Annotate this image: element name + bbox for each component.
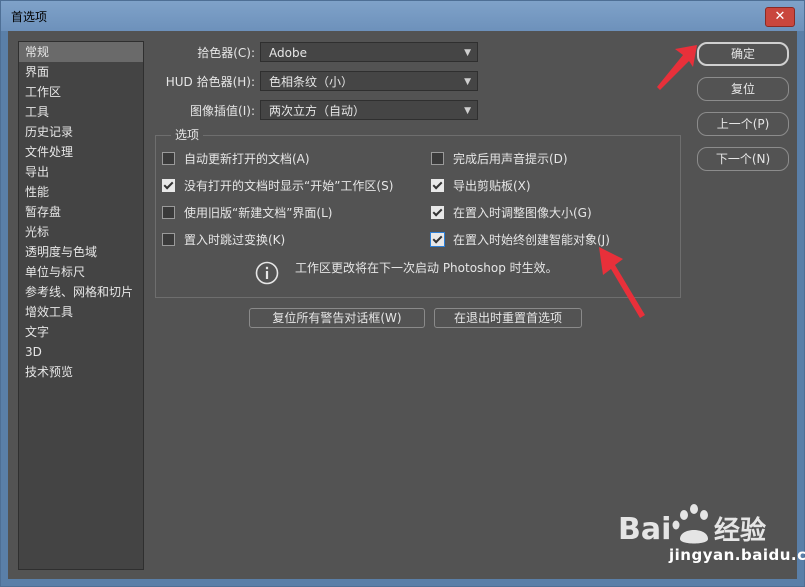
sidebar-item-transparency[interactable]: 透明度与色域	[19, 242, 143, 262]
next-button[interactable]: 下一个(N)	[697, 147, 789, 171]
sidebar-item-3d[interactable]: 3D	[19, 342, 143, 362]
sidebar-item-performance[interactable]: 性能	[19, 182, 143, 202]
option-label: 完成后用声音提示(D)	[453, 152, 568, 166]
checkbox[interactable]	[431, 206, 444, 219]
interpolation-label: 图像插值(I):	[190, 104, 255, 118]
sidebar-item-units-rulers[interactable]: 单位与标尺	[19, 262, 143, 282]
watermark-url: jingyan.baidu.com	[669, 546, 805, 564]
checkbox[interactable]	[431, 233, 444, 246]
chevron-down-icon: ▼	[464, 77, 471, 87]
title-bar: 首选项 ✕	[1, 1, 804, 31]
sidebar-item-scratch-disks[interactable]: 暂存盘	[19, 202, 143, 222]
window-title: 首选项	[11, 10, 48, 24]
ok-button[interactable]: 确定	[697, 42, 789, 66]
reset-button[interactable]: 复位	[697, 77, 789, 101]
sidebar-item-export[interactable]: 导出	[19, 162, 143, 182]
checkbox[interactable]	[431, 152, 444, 165]
option-beep-when-done[interactable]: 完成后用声音提示(D)	[431, 151, 568, 167]
red-arrow-icon	[599, 247, 645, 318]
option-label: 置入时跳过变换(K)	[184, 233, 286, 247]
option-always-smart-object[interactable]: 在置入时始终创建智能对象(J)	[431, 232, 610, 248]
sidebar-item-plugins[interactable]: 增效工具	[19, 302, 143, 322]
checkbox[interactable]	[162, 233, 175, 246]
info-message: 工作区更改将在下一次启动 Photoshop 时生效。	[295, 261, 558, 275]
hud-picker-label: HUD 拾色器(H):	[165, 75, 255, 89]
option-label: 在置入时调整图像大小(G)	[453, 206, 592, 220]
reset-warnings-button[interactable]: 复位所有警告对话框(W)	[249, 308, 425, 328]
close-button[interactable]: ✕	[765, 7, 795, 27]
option-export-clipboard[interactable]: 导出剪贴板(X)	[431, 178, 531, 194]
option-label: 在置入时始终创建智能对象(J)	[453, 233, 610, 247]
hud-picker-select[interactable]: 色相条纹（小） ▼	[260, 71, 478, 91]
options-group-title: 选项	[171, 126, 204, 143]
chevron-down-icon: ▼	[464, 106, 471, 116]
hud-picker-value: 色相条纹（小）	[269, 75, 354, 89]
info-icon	[255, 261, 279, 285]
preferences-dialog: 首选项 ✕ 常规 界面 工作区 工具 历史记录 文件处理 导出 性能 暂存盘 光…	[0, 0, 805, 587]
checkbox[interactable]	[162, 206, 175, 219]
chevron-down-icon: ▼	[464, 48, 471, 58]
interpolation-value: 两次立方（自动）	[269, 104, 366, 118]
sidebar-item-type[interactable]: 文字	[19, 322, 143, 342]
color-picker-select[interactable]: Adobe ▼	[260, 42, 478, 62]
option-skip-transform[interactable]: 置入时跳过变换(K)	[162, 232, 285, 248]
checkbox[interactable]	[162, 179, 175, 192]
sidebar-item-general[interactable]: 常规	[19, 42, 143, 62]
reset-on-quit-button[interactable]: 在退出时重置首选项	[434, 308, 582, 328]
sidebar-item-tools[interactable]: 工具	[19, 102, 143, 122]
category-list: 常规 界面 工作区 工具 历史记录 文件处理 导出 性能 暂存盘 光标 透明度与…	[18, 41, 144, 570]
checkbox[interactable]	[431, 179, 444, 192]
sidebar-item-cursors[interactable]: 光标	[19, 222, 143, 242]
option-label: 导出剪贴板(X)	[453, 179, 531, 193]
option-label: 使用旧版“新建文档”界面(L)	[184, 206, 333, 220]
sidebar-item-history[interactable]: 历史记录	[19, 122, 143, 142]
option-show-start-workspace[interactable]: 没有打开的文档时显示“开始”工作区(S)	[162, 178, 393, 194]
option-legacy-new-document[interactable]: 使用旧版“新建文档”界面(L)	[162, 205, 332, 221]
svg-text:经验: 经验	[714, 515, 766, 546]
option-auto-update[interactable]: 自动更新打开的文档(A)	[162, 151, 310, 167]
red-arrow-icon	[657, 45, 697, 90]
previous-button[interactable]: 上一个(P)	[697, 112, 789, 136]
checkbox[interactable]	[162, 152, 175, 165]
sidebar-item-guides-grid[interactable]: 参考线、网格和切片	[19, 282, 143, 302]
color-picker-label: 拾色器(C):	[197, 46, 255, 60]
option-label: 没有打开的文档时显示“开始”工作区(S)	[184, 179, 394, 193]
sidebar-item-tech-preview[interactable]: 技术预览	[19, 362, 143, 382]
option-label: 自动更新打开的文档(A)	[184, 152, 310, 166]
sidebar-item-workspace[interactable]: 工作区	[19, 82, 143, 102]
svg-text:Bai: Bai	[618, 512, 671, 547]
sidebar-item-file-handling[interactable]: 文件处理	[19, 142, 143, 162]
color-picker-value: Adobe	[269, 46, 307, 60]
option-resize-on-place[interactable]: 在置入时调整图像大小(G)	[431, 205, 592, 221]
interpolation-select[interactable]: 两次立方（自动） ▼	[260, 100, 478, 120]
sidebar-item-interface[interactable]: 界面	[19, 62, 143, 82]
